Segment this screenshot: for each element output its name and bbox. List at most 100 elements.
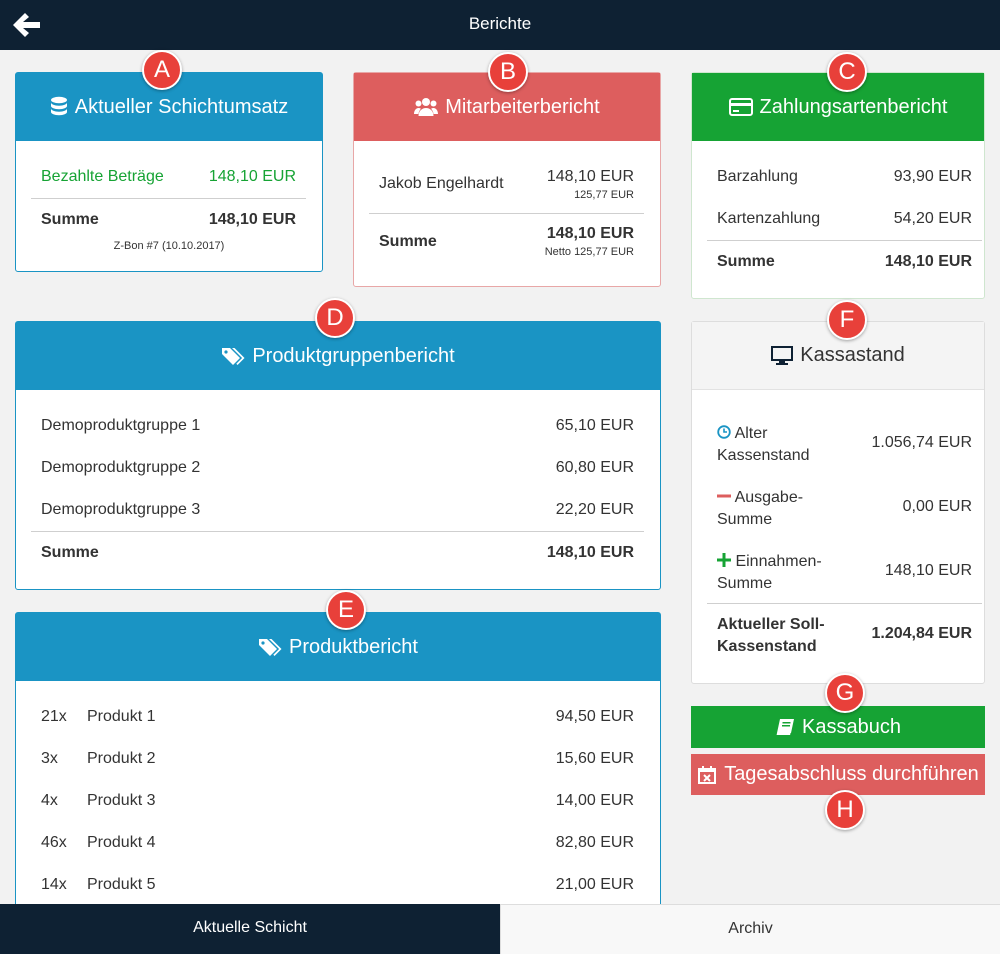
product-value: 82,80 EUR	[555, 834, 634, 851]
group-value: 60,80 EUR	[555, 459, 634, 476]
annotation-badge-c: C	[827, 52, 867, 92]
product-qty: 4x	[41, 792, 58, 809]
tab-archiv[interactable]: Archiv	[500, 904, 1000, 954]
payment-label: Kartenzahlung	[717, 210, 821, 227]
soll-value: 1.204,84 EUR	[871, 625, 972, 642]
schichtumsatz-panel: Aktueller Schichtumsatz Bezahlte Beträge…	[15, 72, 323, 272]
minus-icon	[717, 494, 731, 498]
sum-value: 148,10 EUR	[884, 253, 972, 270]
tab-aktuelle-schicht[interactable]: Aktuelle Schicht	[0, 904, 500, 954]
zahlungsarten-title: Zahlungsartenbericht	[759, 95, 948, 118]
sum-value: 148,10 EUR	[546, 544, 634, 561]
alter-value: 1.056,74 EUR	[871, 434, 972, 451]
soll-kassenstand-row: Aktueller Soll- Kassenstand 1.204,84 EUR	[717, 614, 972, 658]
kassabuch-button[interactable]: Kassabuch	[691, 706, 985, 748]
paid-value: 148,10 EUR	[208, 168, 296, 185]
alter-label-1: Alter	[734, 425, 768, 442]
alter-kassenstand-row: Alter Kassenstand 1.056,74 EUR	[717, 423, 972, 467]
annotation-badge-f: F	[827, 300, 867, 340]
schichtumsatz-title: Aktueller Schichtumsatz	[74, 95, 289, 118]
ausgabe-row: Ausgabe- Summe 0,00 EUR	[717, 487, 972, 531]
divider	[369, 213, 644, 214]
einnahmen-value: 148,10 EUR	[884, 562, 972, 579]
product-name: Produkt 4	[87, 834, 156, 851]
produktgruppen-title: Produktgruppenbericht	[252, 344, 455, 367]
product-qty: 14x	[41, 876, 67, 893]
zbon-label: Z-Bon #7 (10.10.2017)	[113, 240, 225, 252]
page-title: Berichte	[468, 14, 532, 33]
product-value: 15,60 EUR	[555, 750, 634, 767]
calendar-x-icon	[698, 765, 717, 784]
ausgabe-label-2: Summe	[717, 511, 773, 528]
einnahmen-row: Einnahmen- Summe 148,10 EUR	[717, 551, 972, 595]
sum-amount: 148,10 EUR Netto 125,77 EUR	[379, 225, 634, 261]
payment-value: 93,90 EUR	[893, 168, 972, 185]
bottom-tab-bar: Aktuelle Schicht Archiv	[0, 904, 1000, 954]
mitarbeiter-title: Mitarbeiterbericht	[445, 95, 600, 118]
annotation-badge-a: A	[142, 50, 182, 90]
users-icon	[414, 98, 439, 116]
ausgabe-label-1: Ausgabe-	[734, 489, 804, 506]
tags-icon	[222, 348, 245, 365]
produktgruppen-panel: Produktgruppenbericht Demoproduktgruppe …	[15, 321, 661, 590]
product-qty: 3x	[41, 750, 58, 767]
payment-label: Barzahlung	[717, 168, 798, 185]
top-bar: Berichte	[0, 0, 1000, 50]
product-name: Produkt 3	[87, 792, 156, 809]
sum-label: Summe	[41, 211, 99, 228]
kassastand-panel: Kassastand Alter Kassenstand 1.056,74 EU…	[691, 321, 985, 684]
product-qty: 21x	[41, 708, 67, 725]
sum-value: 148,10 EUR	[546, 225, 634, 242]
product-value: 14,00 EUR	[555, 792, 634, 809]
employee-net: 125,77 EUR	[574, 189, 634, 201]
divider	[707, 603, 982, 604]
einnahmen-label-1: Einnahmen-	[735, 553, 822, 570]
book-icon	[776, 719, 795, 735]
monitor-icon	[771, 345, 794, 365]
divider	[31, 531, 644, 532]
group-value: 22,20 EUR	[555, 501, 634, 518]
produkt-title: Produktbericht	[289, 635, 418, 658]
annotation-badge-g: G	[825, 673, 865, 713]
kassastand-title: Kassastand	[800, 344, 905, 366]
group-label: Demoproduktgruppe 2	[41, 459, 201, 476]
group-value: 65,10 EUR	[555, 417, 634, 434]
group-label: Demoproduktgruppe 3	[41, 501, 201, 518]
produkt-panel: Produktbericht 21x Produkt 1 94,50 EUR 3…	[15, 612, 661, 912]
annotation-badge-h: H	[825, 790, 865, 830]
sum-net: Netto 125,77 EUR	[544, 246, 634, 258]
tagesabschluss-button[interactable]: Tagesabschluss durchführen	[691, 754, 985, 795]
employee-amount: 148,10 EUR 125,77 EUR	[379, 168, 634, 204]
mitarbeiter-panel: Mitarbeiterbericht Jakob Engelhardt 148,…	[353, 72, 661, 287]
tags-icon	[259, 639, 282, 656]
annotation-badge-d: D	[315, 298, 355, 338]
zahlungsarten-panel: Zahlungsartenbericht Barzahlung 93,90 EU…	[691, 72, 985, 299]
product-qty: 46x	[41, 834, 67, 851]
annotation-badge-e: E	[326, 590, 366, 630]
kassabuch-label: Kassabuch	[802, 715, 901, 738]
einnahmen-label-2: Summe	[717, 575, 773, 592]
product-value: 21,00 EUR	[555, 876, 634, 893]
alter-label-2: Kassenstand	[717, 447, 810, 464]
tagesabschluss-label: Tagesabschluss durchführen	[724, 763, 979, 785]
employee-value: 148,10 EUR	[546, 168, 634, 185]
database-icon	[50, 96, 67, 116]
product-name: Produkt 1	[87, 708, 156, 725]
product-name: Produkt 2	[87, 750, 156, 767]
group-label: Demoproduktgruppe 1	[41, 417, 201, 434]
sum-label: Summe	[717, 253, 775, 270]
annotation-badge-b: B	[488, 52, 528, 92]
credit-card-icon	[728, 98, 753, 116]
divider	[707, 240, 982, 241]
plus-icon	[717, 553, 731, 567]
soll-label-2: Kassenstand	[717, 638, 817, 655]
product-value: 94,50 EUR	[555, 708, 634, 725]
clock-icon	[717, 425, 731, 439]
product-name: Produkt 5	[87, 876, 156, 893]
payment-value: 54,20 EUR	[893, 210, 972, 227]
paid-label: Bezahlte Beträge	[41, 168, 164, 185]
sum-label: Summe	[41, 544, 99, 561]
ausgabe-value: 0,00 EUR	[902, 498, 972, 515]
sum-value: 148,10 EUR	[208, 211, 296, 228]
soll-label-1: Aktueller Soll-	[717, 616, 825, 633]
